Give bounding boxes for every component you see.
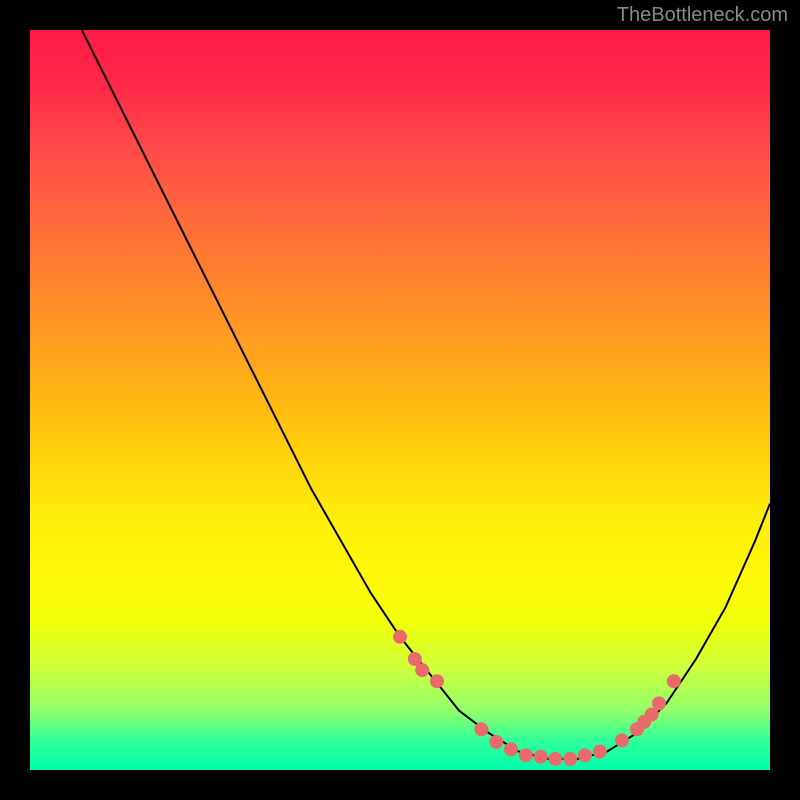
data-point: [652, 696, 666, 710]
data-point: [519, 748, 533, 762]
data-point: [593, 745, 607, 759]
data-point: [415, 663, 429, 677]
data-point: [578, 748, 592, 762]
data-point: [393, 630, 407, 644]
data-point: [563, 752, 577, 766]
watermark-text: TheBottleneck.com: [617, 4, 788, 27]
data-point: [474, 722, 488, 736]
data-point: [504, 742, 518, 756]
data-point: [489, 735, 503, 749]
chart-container: [30, 30, 770, 770]
data-points: [393, 630, 681, 766]
data-point: [534, 750, 548, 764]
chart-svg: [30, 30, 770, 770]
data-point: [667, 674, 681, 688]
data-point: [430, 674, 444, 688]
bottleneck-curve: [82, 30, 770, 759]
data-point: [615, 733, 629, 747]
data-point: [548, 752, 562, 766]
